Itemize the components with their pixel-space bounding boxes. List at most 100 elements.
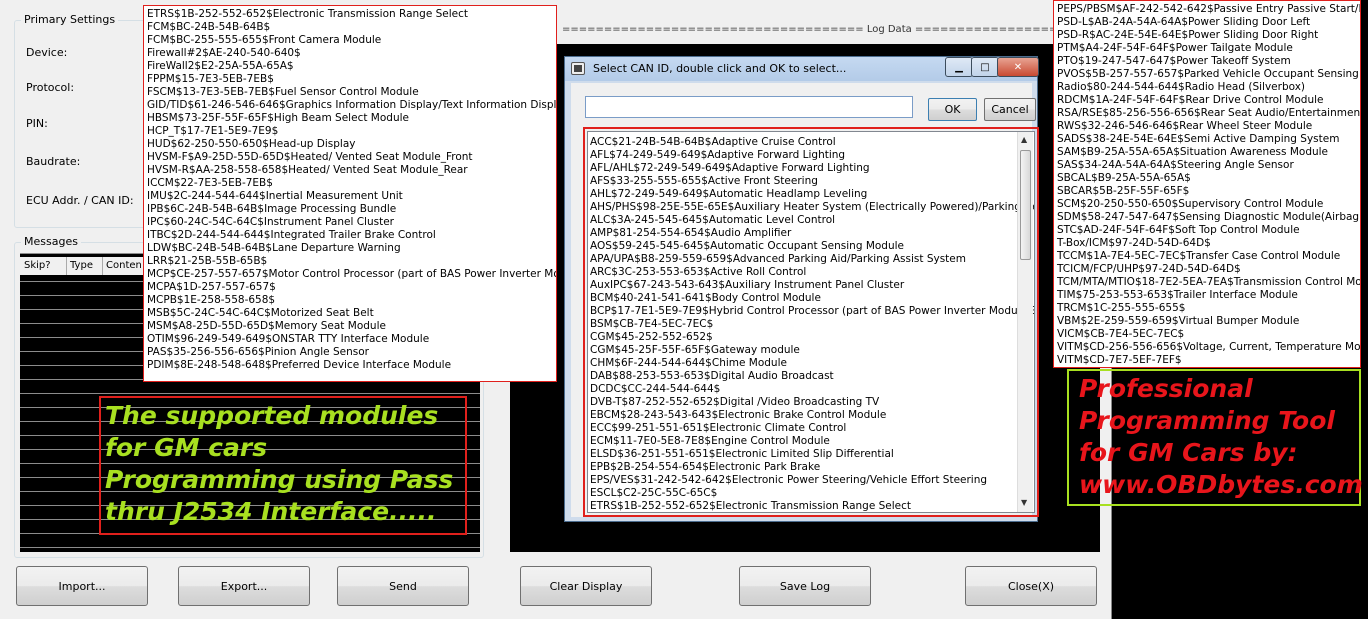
list-item[interactable]: HUD$62-250-550-650$Head-up Display [147, 138, 553, 151]
list-item[interactable]: BCM$40-241-541-641$Body Control Module [590, 292, 1032, 305]
scroll-up-icon[interactable]: ▲ [1021, 135, 1027, 144]
list-item[interactable]: Radio$80-244-544-644$Radio Head (Silverb… [1057, 81, 1357, 94]
list-item[interactable]: CHM$6F-244-544-644$Chime Module [590, 357, 1032, 370]
scroll-thumb[interactable] [1020, 150, 1031, 260]
list-item[interactable]: PDIM$8E-248-548-648$Preferred Device Int… [147, 359, 553, 372]
list-item[interactable]: AFS$33-255-555-655$Active Front Steering [590, 175, 1032, 188]
list-item[interactable]: VITM$CD-7E7-5EF-7EF$ [1057, 354, 1357, 367]
list-item[interactable]: SBCAL$B9-25A-55A-65A$ [1057, 172, 1357, 185]
list-item[interactable]: DAB$88-253-553-653$Digital Audio Broadca… [590, 370, 1032, 383]
column-content[interactable]: Conten [102, 257, 142, 275]
list-item[interactable]: RWS$32-246-546-646$Rear Wheel Steer Modu… [1057, 120, 1357, 133]
list-item[interactable]: SAM$B9-25A-55A-65A$Situation Awareness M… [1057, 146, 1357, 159]
list-item[interactable]: HVSM-F$A9-25D-55D-65D$Heated/ Vented Sea… [147, 151, 553, 164]
clear-display-button[interactable]: Clear Display [520, 566, 652, 606]
list-item[interactable]: VITM$CD-256-556-656$Voltage, Current, Te… [1057, 341, 1360, 354]
list-item[interactable]: AFL$74-249-549-649$Adaptive Forward Ligh… [590, 149, 1032, 162]
list-item[interactable]: FPPM$15-7E3-5EB-7EB$ [147, 73, 553, 86]
list-item[interactable]: TIM$75-253-553-653$Trailer Interface Mod… [1057, 289, 1357, 302]
list-item[interactable]: SBCAR$5B-25F-55F-65F$ [1057, 185, 1357, 198]
can-id-list[interactable]: ACC$21-24B-54B-64B$Adaptive Cruise Contr… [587, 131, 1035, 513]
list-item[interactable]: HVSM-R$AA-258-558-658$Heated/ Vented Sea… [147, 164, 553, 177]
list-item[interactable]: ACC$21-24B-54B-64B$Adaptive Cruise Contr… [590, 136, 1032, 149]
list-item[interactable]: ECM$11-7E0-5E8-7E8$Engine Control Module [590, 435, 1032, 448]
list-item[interactable]: AMP$81-254-554-654$Audio Amplifier [590, 227, 1032, 240]
list-item[interactable]: TCCM$1A-7E4-5EC-7EC$Transfer Case Contro… [1057, 250, 1357, 263]
list-item[interactable]: FCM$BC-255-555-655$Front Camera Module [147, 34, 553, 47]
list-item[interactable]: FSCM$13-7E3-5EB-7EB$Fuel Sensor Control … [147, 86, 553, 99]
list-item[interactable]: MCP$CE-257-557-657$Motor Control Process… [147, 268, 556, 281]
dialog-close-button[interactable]: ✕ [997, 57, 1039, 77]
list-item[interactable]: OTIM$96-249-549-649$ONSTAR TTY Interface… [147, 333, 553, 346]
list-item[interactable]: MCPA$1D-257-557-657$ [147, 281, 553, 294]
minimize-button[interactable]: ▁ [945, 57, 973, 77]
list-item[interactable]: PSD-L$AB-24A-54A-64A$Power Sliding Door … [1057, 16, 1357, 29]
list-item[interactable]: PAS$35-256-556-656$Pinion Angle Sensor [147, 346, 553, 359]
list-item[interactable]: PEPS/PBSM$AF-242-542-642$Passive Entry P… [1057, 3, 1360, 16]
list-item[interactable]: EBCM$28-243-543-643$Electronic Brake Con… [590, 409, 1032, 422]
list-item[interactable]: AFL/AHL$72-249-549-649$Adaptive Forward … [590, 162, 1032, 175]
list-item[interactable]: TRCM$1C-255-555-655$ [1057, 302, 1357, 315]
list-item[interactable]: ETRS$1B-252-552-652$Electronic Transmiss… [590, 500, 1032, 512]
ok-button[interactable]: OK [928, 98, 977, 121]
list-item[interactable]: AHL$72-249-549-649$Automatic Headlamp Le… [590, 188, 1032, 201]
list-item[interactable]: FCM$BC-24B-54B-64B$ [147, 21, 553, 34]
list-item[interactable]: EPB$2B-254-554-654$Electronic Park Brake [590, 461, 1032, 474]
cancel-button[interactable]: Cancel [984, 98, 1036, 121]
list-item[interactable]: RDCM$1A-24F-54F-64F$Rear Drive Control M… [1057, 94, 1357, 107]
list-item[interactable]: MSM$A8-25D-55D-65D$Memory Seat Module [147, 320, 553, 333]
column-skip[interactable]: Skip? [24, 257, 51, 275]
list-item[interactable]: VBM$2E-259-559-659$Virtual Bumper Module [1057, 315, 1357, 328]
list-item[interactable]: LRR$21-25B-55B-65B$ [147, 255, 553, 268]
list-item[interactable]: SADS$38-24E-54E-64E$Semi Active Damping … [1057, 133, 1357, 146]
maximize-button[interactable]: □ [971, 57, 999, 77]
list-item[interactable]: HCP_T$17-7E1-5E9-7E9$ [147, 125, 553, 138]
list-item[interactable]: IPC$60-24C-54C-64C$Instrument Panel Clus… [147, 216, 553, 229]
list-item[interactable]: T-Box/ICM$97-24D-54D-64D$ [1057, 237, 1357, 250]
column-type[interactable]: Type [66, 257, 93, 275]
list-item[interactable]: AuxIPC$67-243-543-643$Auxiliary Instrume… [590, 279, 1032, 292]
list-item[interactable]: PTO$19-247-547-647$Power Takeoff System [1057, 55, 1357, 68]
save-log-button[interactable]: Save Log [739, 566, 871, 606]
list-item[interactable]: VICM$CB-7E4-5EC-7EC$ [1057, 328, 1357, 341]
can-id-input[interactable] [585, 96, 913, 118]
list-item[interactable]: MSB$5C-24C-54C-64C$Motorized Seat Belt [147, 307, 553, 320]
list-item[interactable]: HBSM$73-25F-55F-65F$High Beam Select Mod… [147, 112, 553, 125]
list-item[interactable]: AOS$59-245-545-645$Automatic Occupant Se… [590, 240, 1032, 253]
list-item[interactable]: ECC$99-251-551-651$Electronic Climate Co… [590, 422, 1032, 435]
list-item[interactable]: CGM$45-252-552-652$ [590, 331, 1032, 344]
list-item[interactable]: ARC$3C-253-553-653$Active Roll Control [590, 266, 1032, 279]
list-item[interactable]: MCPB$1E-258-558-658$ [147, 294, 553, 307]
list-item[interactable]: LDW$BC-24B-54B-64B$Lane Departure Warnin… [147, 242, 553, 255]
list-item[interactable]: ICCM$22-7E3-5EB-7EB$ [147, 177, 553, 190]
list-item[interactable]: ALC$3A-245-545-645$Automatic Level Contr… [590, 214, 1032, 227]
list-item[interactable]: FireWall2$E2-25A-55A-65A$ [147, 60, 553, 73]
list-item[interactable]: GID/TID$61-246-546-646$Graphics Informat… [147, 99, 556, 112]
list-item[interactable]: PVOS$5B-257-557-657$Parked Vehicle Occup… [1057, 68, 1359, 81]
list-item[interactable]: EPS/VES$31-242-542-642$Electronic Power … [590, 474, 1032, 487]
list-item[interactable]: Firewall#2$AE-240-540-640$ [147, 47, 553, 60]
list-item[interactable]: ELSD$36-251-551-651$Electronic Limited S… [590, 448, 1032, 461]
list-item[interactable]: APA/UPA$B8-259-559-659$Advanced Parking … [590, 253, 1032, 266]
list-item[interactable]: PTM$A4-24F-54F-64F$Power Tailgate Module [1057, 42, 1357, 55]
list-item[interactable]: IMU$2C-244-544-644$Inertial Measurement … [147, 190, 553, 203]
list-item[interactable]: SCM$20-250-550-650$Supervisory Control M… [1057, 198, 1357, 211]
list-item[interactable]: PSD-R$AC-24E-54E-64E$Power Sliding Door … [1057, 29, 1357, 42]
list-item[interactable]: TCM/MTA/MTIO$18-7E2-5EA-7EA$Transmission… [1057, 276, 1360, 289]
list-item[interactable]: BCP$17-7E1-5E9-7E9$Hybrid Control Proces… [590, 305, 1034, 318]
list-item[interactable]: ESCL$C2-25C-55C-65C$ [590, 487, 1032, 500]
list-item[interactable]: SAS$34-24A-54A-64A$Steering Angle Sensor [1057, 159, 1357, 172]
scroll-down-icon[interactable]: ▼ [1021, 498, 1027, 507]
list-item[interactable]: STC$AD-24F-54F-64F$Soft Top Control Modu… [1057, 224, 1357, 237]
list-item[interactable]: AHS/PHS$98-25E-55E-65E$Auxiliary Heater … [590, 201, 1034, 214]
list-item[interactable]: CGM$45-25F-55F-65F$Gateway module [590, 344, 1032, 357]
list-item[interactable]: ITBC$2D-244-544-644$Integrated Trailer B… [147, 229, 553, 242]
send-button[interactable]: Send [337, 566, 469, 606]
list-item[interactable]: BSM$CB-7E4-5EC-7EC$ [590, 318, 1032, 331]
list-item[interactable]: TCICM/FCP/UHP$97-24D-54D-64D$ [1057, 263, 1357, 276]
close-button[interactable]: Close(X) [965, 566, 1097, 606]
can-id-list-scrollbar[interactable]: ▲ ▼ [1017, 132, 1033, 512]
list-item[interactable]: ETRS$1B-252-552-652$Electronic Transmiss… [147, 8, 553, 21]
list-item[interactable]: DVB-T$87-252-552-652$Digital /Video Broa… [590, 396, 1032, 409]
import-button[interactable]: Import... [16, 566, 148, 606]
